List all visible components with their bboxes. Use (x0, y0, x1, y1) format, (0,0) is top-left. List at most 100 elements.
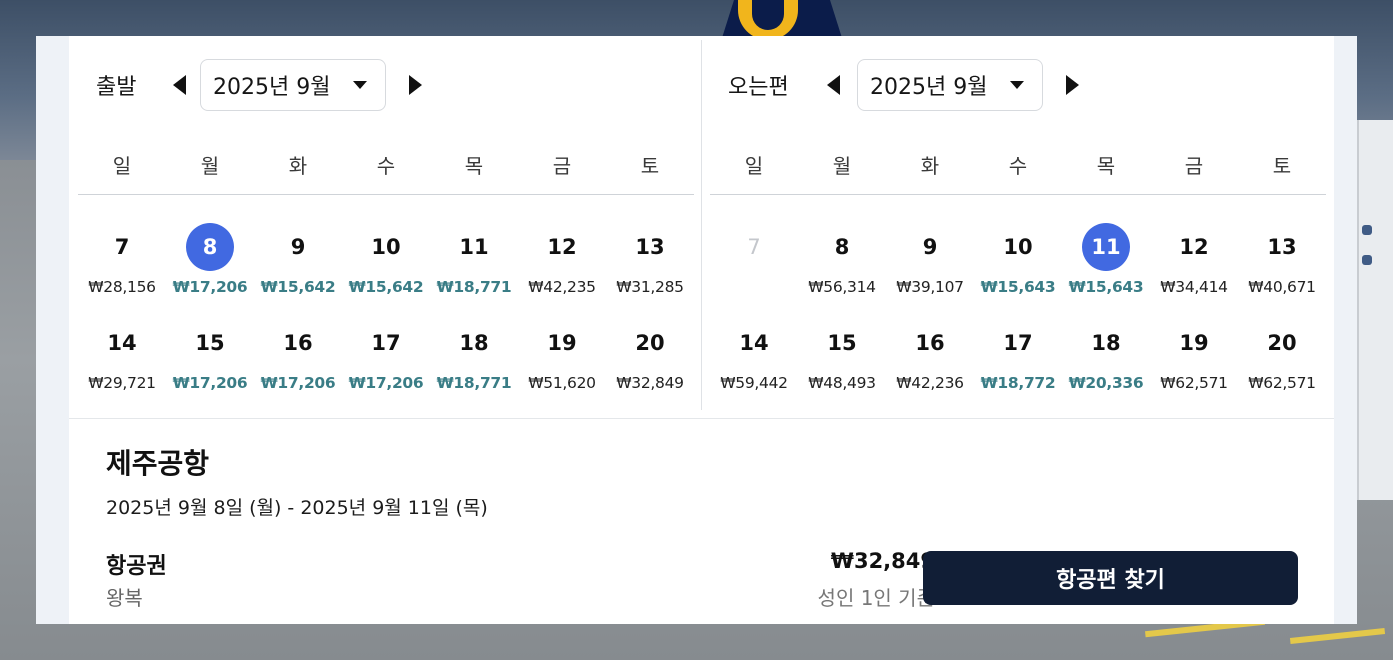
day-fare-price: ₩40,671 (1248, 278, 1316, 296)
day-fare-price: ₩34,414 (1160, 278, 1228, 296)
day-fare-price: ₩18,771 (436, 278, 512, 296)
calendar-divider (701, 40, 702, 410)
aircraft-window (1362, 255, 1372, 265)
calendar-day[interactable]: 17 ₩18,772 (974, 319, 1062, 405)
day-fare-price: ₩42,236 (896, 374, 964, 392)
fare-trip-type: 왕복 (106, 586, 143, 610)
calendar-day[interactable]: 17 ₩17,206 (342, 319, 430, 405)
day-fare-price: ₩48,493 (808, 374, 876, 392)
day-number: 13 (635, 235, 665, 259)
aircraft-fuselage (1357, 120, 1393, 500)
return-month-value: 2025년 9월 (870, 75, 988, 100)
calendar-day[interactable]: 14 ₩29,721 (78, 319, 166, 405)
day-number: 7 (747, 235, 761, 259)
day-number: 13 (1267, 235, 1297, 259)
departure-month-value: 2025년 9월 (213, 75, 331, 100)
weekday-header: 일 월 화 수 목 금 토 (78, 148, 694, 195)
day-fare-price: ₩15,643 (1068, 278, 1144, 296)
prev-month-arrow-icon[interactable] (818, 70, 848, 100)
calendar-day[interactable]: 10 ₩15,643 (974, 223, 1062, 309)
day-fare-price: ₩20,336 (1068, 374, 1144, 392)
weekday-label: 화 (288, 154, 308, 178)
fare-price-note: 성인 1인 기준 (817, 586, 935, 610)
return-month-select[interactable]: 2025년 9월 (857, 59, 1043, 111)
day-number: 8 (186, 223, 234, 271)
departure-month-select[interactable]: 2025년 9월 (200, 59, 386, 111)
calendar-day[interactable]: 18 ₩20,336 (1062, 319, 1150, 405)
next-month-arrow-icon[interactable] (1057, 70, 1087, 100)
calendar-day-disabled: 7 (710, 223, 798, 309)
day-number: 15 (827, 331, 857, 355)
summary-divider (69, 418, 1334, 419)
weekday-label: 수 (376, 154, 396, 178)
fare-calendar-card: 출발 2025년 9월 일 월 화 수 목 금 토 7 ₩28,156 8 ₩17,2… (69, 36, 1334, 624)
day-fare-price: ₩32,849 (616, 374, 684, 392)
day-fare-price: ₩56,314 (808, 278, 876, 296)
search-flights-button[interactable]: 항공편 찾기 (923, 551, 1298, 605)
calendar-day[interactable]: 11 ₩18,771 (430, 223, 518, 309)
day-fare-price: ₩15,642 (260, 278, 336, 296)
day-fare-price: ₩39,107 (896, 278, 964, 296)
calendar-day[interactable]: 18 ₩18,771 (430, 319, 518, 405)
calendar-week: 14 ₩59,442 15 ₩48,493 16 ₩42,236 17 ₩18,772 18 ₩2… (710, 319, 1326, 405)
day-fare-price: ₩42,235 (528, 278, 596, 296)
prev-month-arrow-icon[interactable] (164, 70, 194, 100)
calendar-day[interactable]: 19 ₩51,620 (518, 319, 606, 405)
calendar-day[interactable]: 16 ₩42,236 (886, 319, 974, 405)
weekday-label: 수 (1008, 154, 1028, 178)
weekday-label: 일 (112, 154, 132, 178)
day-fare-price: ₩28,156 (88, 278, 156, 296)
calendar-day[interactable]: 19 ₩62,571 (1150, 319, 1238, 405)
calendar-day[interactable]: 13 ₩40,671 (1238, 223, 1326, 309)
weekday-label: 금 (1184, 154, 1204, 178)
calendar-day[interactable]: 12 ₩42,235 (518, 223, 606, 309)
day-number: 8 (834, 235, 850, 259)
calendar-day[interactable]: 15 ₩48,493 (798, 319, 886, 405)
calendar-day[interactable]: 16 ₩17,206 (254, 319, 342, 405)
weekday-label: 목 (464, 154, 484, 178)
calendar-week: 7 8 ₩56,314 9 ₩39,107 10 ₩15,643 11 ₩15,643 12 ₩34… (710, 223, 1326, 309)
fare-label: 항공권 (106, 554, 167, 579)
departure-label: 출발 (96, 75, 137, 100)
calendar-week: 14 ₩29,721 15 ₩17,206 16 ₩17,206 17 ₩17,206 18 ₩1… (78, 319, 694, 405)
chevron-down-icon (353, 81, 367, 89)
day-fare-price: ₩18,772 (980, 374, 1056, 392)
weekday-label: 토 (1272, 154, 1292, 178)
calendar-day[interactable]: 14 ₩59,442 (710, 319, 798, 405)
day-number: 19 (1179, 331, 1209, 355)
chevron-down-icon (1010, 81, 1024, 89)
calendar-day[interactable]: 20 ₩62,571 (1238, 319, 1326, 405)
day-fare-price: ₩62,571 (1160, 374, 1228, 392)
day-fare-price: ₩29,721 (88, 374, 156, 392)
day-number: 20 (635, 331, 665, 355)
fare-price: ₩32,849 (830, 549, 935, 573)
day-number: 15 (195, 331, 225, 355)
weekday-label: 금 (552, 154, 572, 178)
return-label: 오는편 (728, 75, 789, 100)
day-number: 7 (114, 235, 130, 259)
day-fare-price: ₩62,571 (1248, 374, 1316, 392)
day-fare-price: ₩18,771 (436, 374, 512, 392)
next-month-arrow-icon[interactable] (400, 70, 430, 100)
trip-dates: 2025년 9월 8일 (월) - 2025년 9월 11일 (목) (106, 497, 488, 519)
calendar-day[interactable]: 8 ₩56,314 (798, 223, 886, 309)
calendar-day[interactable]: 9 ₩39,107 (886, 223, 974, 309)
day-number: 12 (1179, 235, 1209, 259)
day-fare-price: ₩17,206 (172, 278, 248, 296)
calendar-day[interactable]: 10 ₩15,642 (342, 223, 430, 309)
fare-calendar-panel: 출발 2025년 9월 일 월 화 수 목 금 토 7 ₩28,156 8 ₩17,2… (36, 36, 1357, 624)
calendar-day-selected[interactable]: 11 ₩15,643 (1062, 223, 1150, 309)
day-number: 11 (459, 235, 489, 259)
calendar-day[interactable]: 13 ₩31,285 (606, 223, 694, 309)
day-fare-price: ₩15,643 (980, 278, 1056, 296)
calendar-day[interactable]: 12 ₩34,414 (1150, 223, 1238, 309)
calendar-day[interactable]: 7 ₩28,156 (78, 223, 166, 309)
calendar-day[interactable]: 15 ₩17,206 (166, 319, 254, 405)
day-fare-price: ₩51,620 (528, 374, 596, 392)
day-fare-price: ₩17,206 (172, 374, 248, 392)
day-fare-price: ₩17,206 (260, 374, 336, 392)
calendar-day-selected[interactable]: 8 ₩17,206 (166, 223, 254, 309)
calendar-day[interactable]: 20 ₩32,849 (606, 319, 694, 405)
calendar-day[interactable]: 9 ₩15,642 (254, 223, 342, 309)
destination-title: 제주공항 (106, 447, 210, 480)
